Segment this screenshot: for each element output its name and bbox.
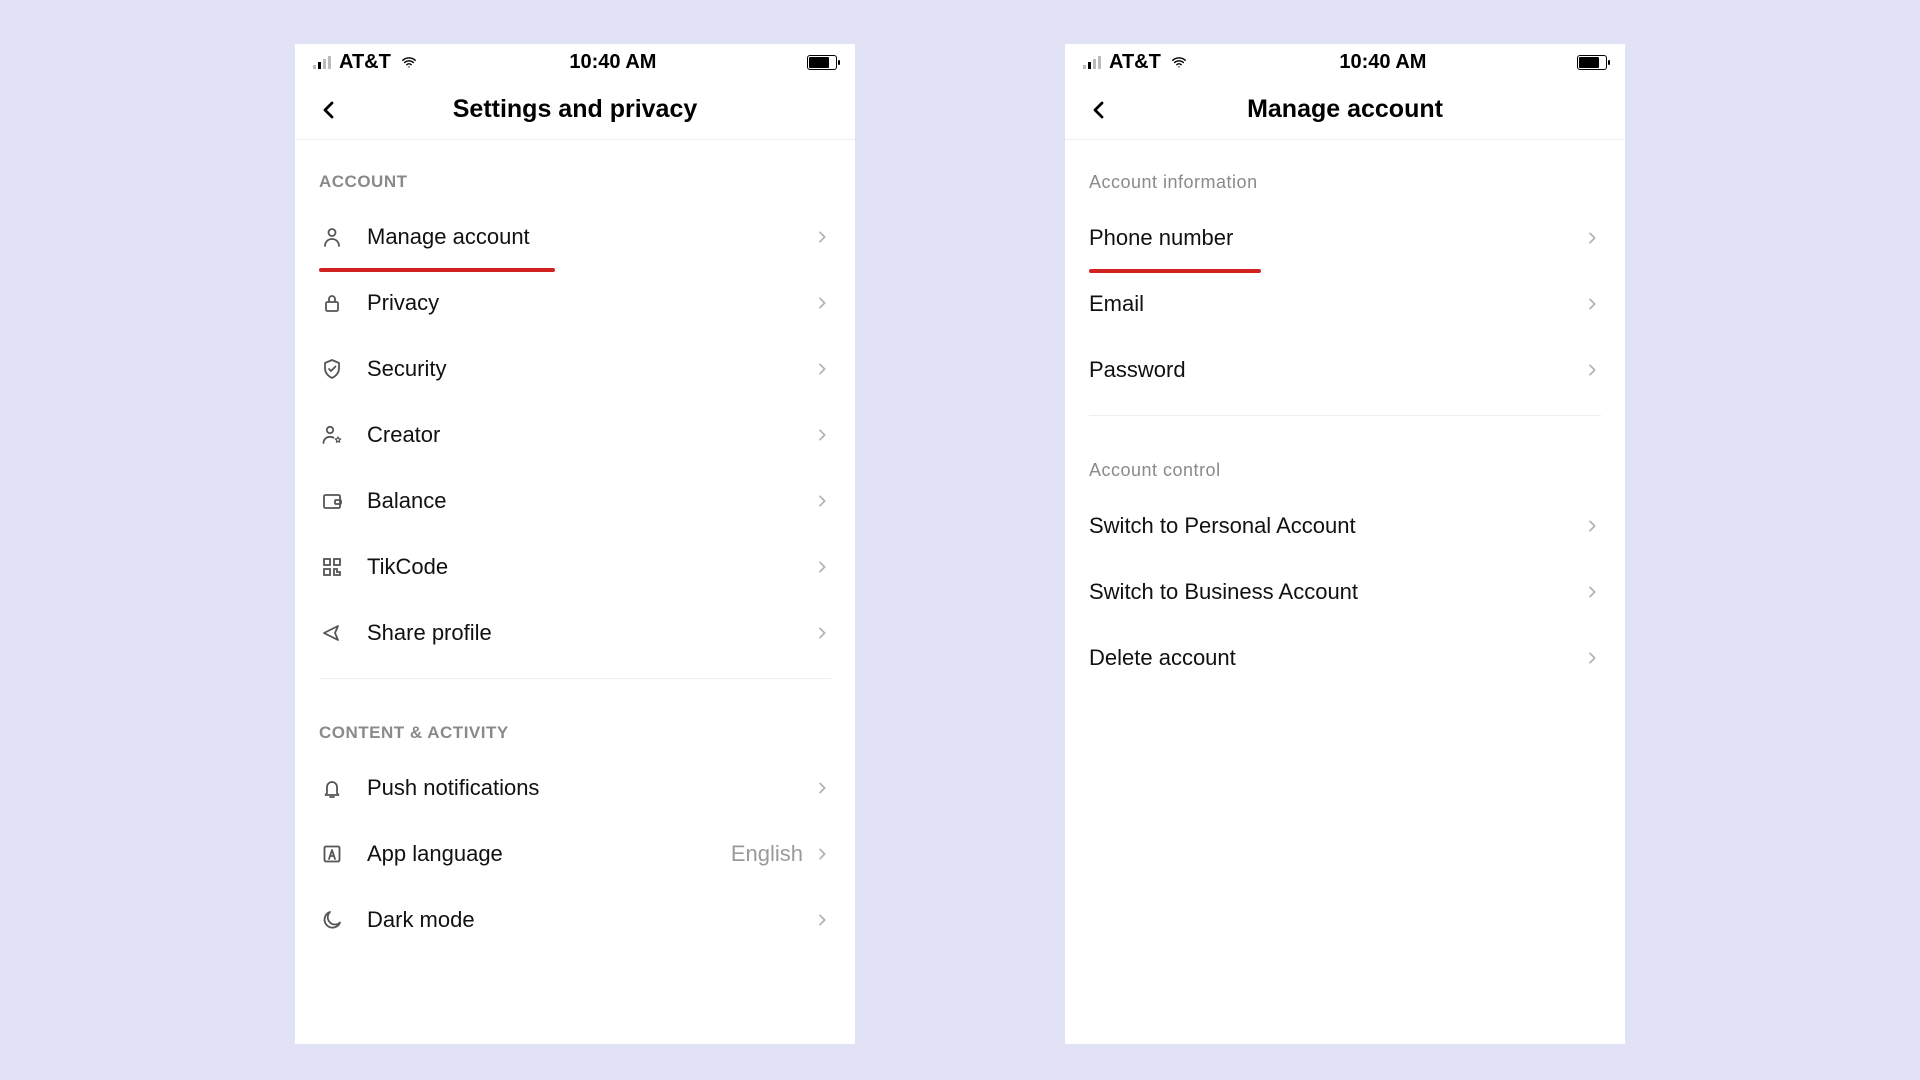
signal-icon	[1083, 55, 1101, 69]
row-label: Switch to Business Account	[1089, 579, 1583, 605]
nav-bar: Manage account	[1065, 80, 1625, 140]
section-header-account: ACCOUNT	[295, 140, 855, 204]
row-switch-business[interactable]: Switch to Business Account	[1065, 559, 1625, 625]
back-button[interactable]	[315, 96, 343, 124]
wifi-icon	[1169, 55, 1189, 70]
row-password[interactable]: Password	[1065, 337, 1625, 403]
letter-a-icon	[319, 841, 345, 867]
row-label: Password	[1089, 357, 1583, 383]
phone-manage-account: AT&T 10:40 AM Manage account Account inf…	[1065, 44, 1625, 1044]
status-left: AT&T	[1083, 51, 1189, 74]
chevron-left-icon	[317, 98, 341, 122]
status-right	[1577, 55, 1607, 70]
chevron-left-icon	[1087, 98, 1111, 122]
chevron-right-icon	[813, 624, 831, 642]
chevron-right-icon	[1583, 295, 1601, 313]
status-time: 10:40 AM	[1339, 51, 1426, 74]
chevron-right-icon	[813, 845, 831, 863]
chevron-right-icon	[813, 492, 831, 510]
row-label: App language	[367, 841, 731, 867]
battery-icon	[807, 55, 837, 70]
moon-icon	[319, 907, 345, 933]
share-icon	[319, 620, 345, 646]
section-header-control: Account control	[1065, 428, 1625, 493]
row-balance[interactable]: Balance	[295, 468, 855, 534]
chevron-right-icon	[1583, 517, 1601, 535]
row-value: English	[731, 841, 803, 867]
status-time: 10:40 AM	[569, 51, 656, 74]
section-header-info: Account information	[1065, 140, 1625, 205]
signal-icon	[313, 55, 331, 69]
wallet-icon	[319, 488, 345, 514]
person-star-icon	[319, 422, 345, 448]
nav-bar: Settings and privacy	[295, 80, 855, 140]
row-tikcode[interactable]: TikCode	[295, 534, 855, 600]
back-button[interactable]	[1085, 96, 1113, 124]
row-label: Push notifications	[367, 775, 813, 801]
shield-icon	[319, 356, 345, 382]
person-icon	[319, 224, 345, 250]
row-security[interactable]: Security	[295, 336, 855, 402]
qr-icon	[319, 554, 345, 580]
row-label: Creator	[367, 422, 813, 448]
chevron-right-icon	[813, 228, 831, 246]
row-creator[interactable]: Creator	[295, 402, 855, 468]
row-label: Switch to Personal Account	[1089, 513, 1583, 539]
row-dark-mode[interactable]: Dark mode	[295, 887, 855, 953]
phone-settings: AT&T 10:40 AM Settings and privacy ACCOU…	[295, 44, 855, 1044]
lock-icon	[319, 290, 345, 316]
row-label: Email	[1089, 291, 1583, 317]
chevron-right-icon	[1583, 649, 1601, 667]
row-share-profile[interactable]: Share profile	[295, 600, 855, 666]
wifi-icon	[399, 55, 419, 70]
row-app-language[interactable]: App language English	[295, 821, 855, 887]
chevron-right-icon	[813, 779, 831, 797]
row-phone-number[interactable]: Phone number	[1065, 205, 1625, 271]
row-label: TikCode	[367, 554, 813, 580]
row-label: Balance	[367, 488, 813, 514]
status-bar: AT&T 10:40 AM	[1065, 44, 1625, 80]
row-push-notifications[interactable]: Push notifications	[295, 755, 855, 821]
chevron-right-icon	[1583, 361, 1601, 379]
chevron-right-icon	[813, 911, 831, 929]
row-label: Privacy	[367, 290, 813, 316]
row-manage-account[interactable]: Manage account	[295, 204, 855, 270]
status-right	[807, 55, 837, 70]
row-label: Dark mode	[367, 907, 813, 933]
chevron-right-icon	[1583, 583, 1601, 601]
carrier-label: AT&T	[339, 51, 391, 74]
row-email[interactable]: Email	[1065, 271, 1625, 337]
chevron-right-icon	[813, 558, 831, 576]
row-label: Delete account	[1089, 645, 1583, 671]
chevron-right-icon	[813, 426, 831, 444]
row-label: Security	[367, 356, 813, 382]
divider	[319, 678, 831, 679]
chevron-right-icon	[1583, 229, 1601, 247]
row-privacy[interactable]: Privacy	[295, 270, 855, 336]
row-delete-account[interactable]: Delete account	[1065, 625, 1625, 691]
status-bar: AT&T 10:40 AM	[295, 44, 855, 80]
row-switch-personal[interactable]: Switch to Personal Account	[1065, 493, 1625, 559]
status-left: AT&T	[313, 51, 419, 74]
section-header-content: CONTENT & ACTIVITY	[295, 691, 855, 755]
page-title: Manage account	[1247, 95, 1443, 124]
battery-icon	[1577, 55, 1607, 70]
row-label: Phone number	[1089, 225, 1583, 251]
divider	[1089, 415, 1601, 416]
bell-icon	[319, 775, 345, 801]
chevron-right-icon	[813, 360, 831, 378]
carrier-label: AT&T	[1109, 51, 1161, 74]
chevron-right-icon	[813, 294, 831, 312]
page-title: Settings and privacy	[453, 95, 698, 124]
row-label: Share profile	[367, 620, 813, 646]
row-label: Manage account	[367, 224, 813, 250]
